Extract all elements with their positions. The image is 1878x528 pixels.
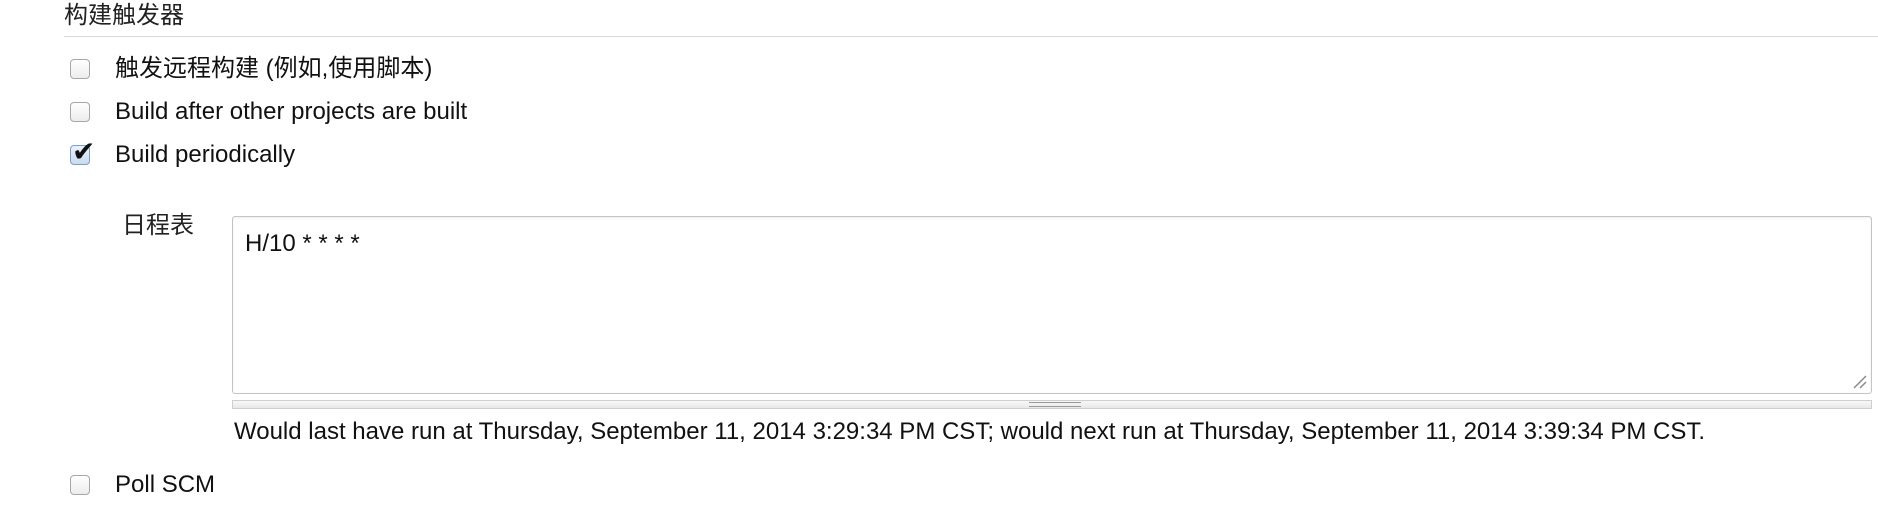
section-divider [64, 36, 1878, 37]
schedule-textarea[interactable] [232, 216, 1872, 394]
build-after-other-projects-row[interactable]: Build after other projects are built [70, 96, 467, 128]
build-periodically-checkbox[interactable]: ✔ [70, 138, 95, 166]
build-after-other-projects-label[interactable]: Build after other projects are built [115, 96, 467, 128]
poll-scm-label[interactable]: Poll SCM [115, 469, 215, 501]
build-periodically-label[interactable]: Build periodically [115, 139, 295, 171]
trigger-remote-build-checkbox[interactable] [70, 59, 90, 79]
section-header: 构建触发器 [64, 2, 184, 29]
trigger-remote-build-label[interactable]: 触发远程构建 (例如,使用脚本) [115, 53, 432, 85]
poll-scm-checkbox[interactable] [70, 475, 90, 495]
resize-grip-icon[interactable] [1850, 372, 1868, 390]
expand-grip-icon [1029, 402, 1081, 407]
schedule-info-text: Would last have run at Thursday, Septemb… [234, 418, 1706, 445]
build-periodically-row[interactable]: ✔ Build periodically [70, 138, 295, 171]
poll-scm-row[interactable]: Poll SCM [70, 469, 215, 501]
schedule-label: 日程表 [122, 212, 194, 239]
check-icon: ✔ [72, 135, 96, 168]
textarea-expand-handle[interactable] [232, 400, 1872, 409]
build-after-other-projects-checkbox[interactable] [70, 102, 90, 122]
trigger-remote-build-row[interactable]: 触发远程构建 (例如,使用脚本) [70, 53, 432, 85]
